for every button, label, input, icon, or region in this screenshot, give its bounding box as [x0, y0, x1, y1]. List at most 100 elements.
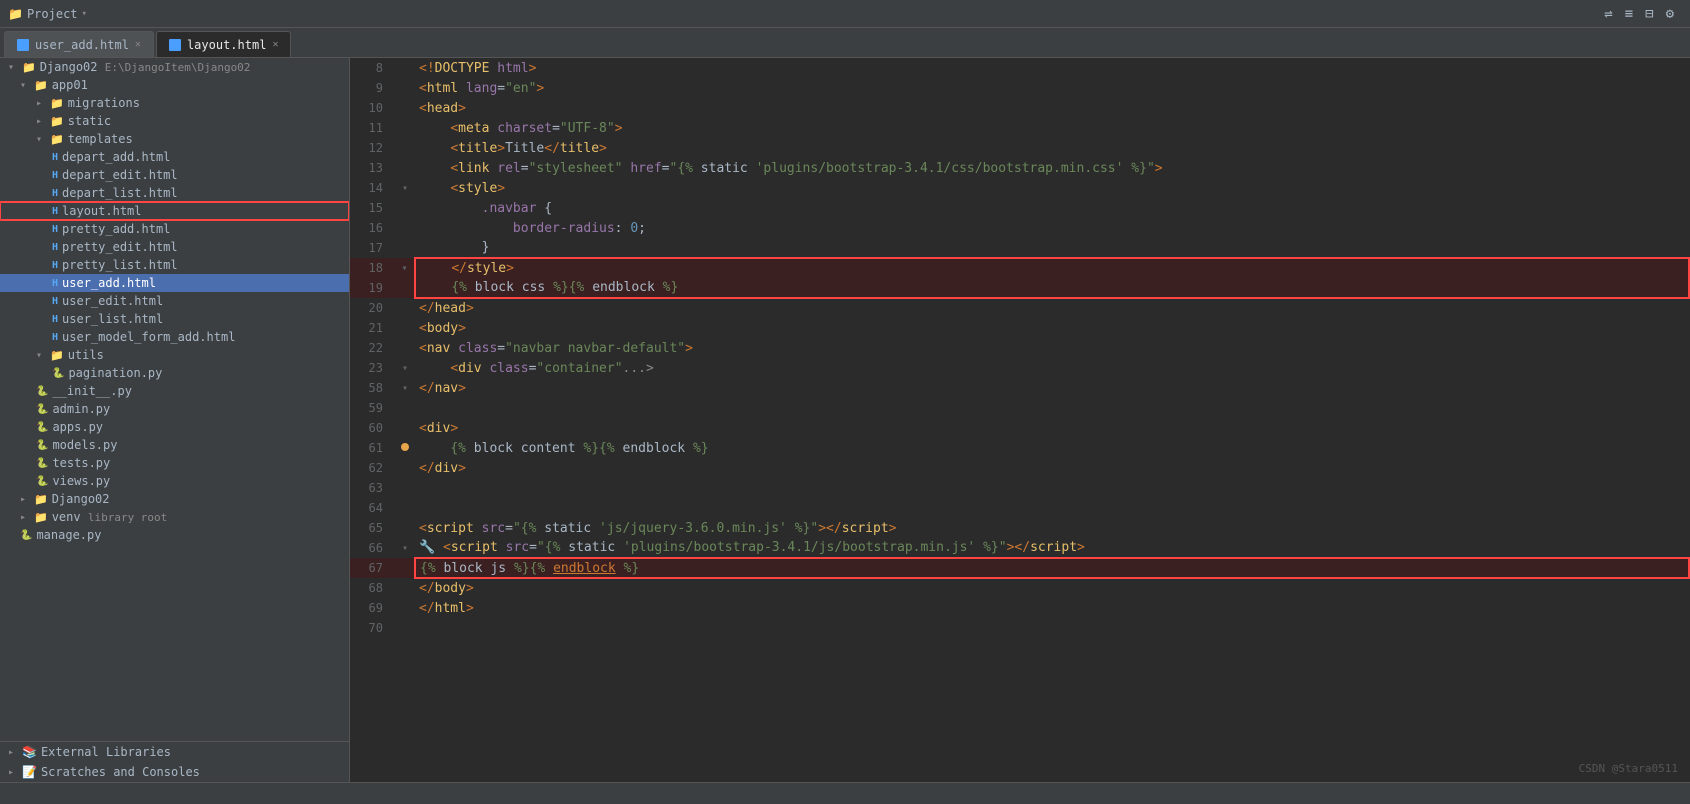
sidebar-depart-list[interactable]: H depart_list.html	[0, 184, 349, 202]
code-line-67: 67 {% block js %}{% endblock %}	[350, 558, 1689, 578]
sidebar-templates[interactable]: 📁 templates	[0, 130, 349, 148]
gutter-9	[395, 78, 415, 98]
sidebar-layout[interactable]: H layout.html	[0, 202, 349, 220]
sidebar-user-list[interactable]: H user_list.html	[0, 310, 349, 328]
py-file-icon: 🐍	[36, 404, 48, 415]
line-code-20: </head>	[415, 298, 1689, 318]
line-num-17: 17	[350, 238, 395, 258]
sidebar-depart-add[interactable]: H depart_add.html	[0, 148, 349, 166]
sidebar-manage[interactable]: 🐍 manage.py	[0, 526, 349, 544]
sidebar-app01[interactable]: 📁 app01	[0, 76, 349, 94]
sidebar-pagination[interactable]: 🐍 pagination.py	[0, 364, 349, 382]
sidebar-user-model-form[interactable]: H user_model_form_add.html	[0, 328, 349, 346]
project-dropdown-icon[interactable]: ▾	[82, 9, 87, 19]
project-folder-icon: 📁	[8, 7, 23, 21]
sidebar-pretty-add[interactable]: H pretty_add.html	[0, 220, 349, 238]
line-code-64	[415, 498, 1689, 518]
sidebar-static[interactable]: 📁 static	[0, 112, 349, 130]
sidebar-init[interactable]: 🐍 __init__.py	[0, 382, 349, 400]
code-table: 8 <!DOCTYPE html> 9 <html lang="en"> 10 …	[350, 58, 1690, 638]
code-line-23: 23 ▾ <div class="container"...>	[350, 358, 1689, 378]
gutter-22	[395, 338, 415, 358]
django02-label: Django02	[52, 492, 110, 506]
gutter-59	[395, 398, 415, 418]
code-line-11: 11 <meta charset="UTF-8">	[350, 118, 1689, 138]
user-add-label: user_add.html	[62, 276, 156, 290]
line-code-11: <meta charset="UTF-8">	[415, 118, 1689, 138]
tab-user-add[interactable]: user_add.html ✕	[4, 31, 154, 57]
sidebar-depart-edit[interactable]: H depart_edit.html	[0, 166, 349, 184]
venv-folder-icon: 📁	[34, 511, 48, 524]
html-file-icon: H	[52, 314, 58, 325]
code-line-15: 15 .navbar {	[350, 198, 1689, 218]
sidebar-pretty-list[interactable]: H pretty_list.html	[0, 256, 349, 274]
tab-close-user-add[interactable]: ✕	[135, 39, 141, 50]
user-model-form-label: user_model_form_add.html	[62, 330, 235, 344]
line-code-69: </html>	[415, 598, 1689, 618]
sidebar-scratches[interactable]: 📝 Scratches and Consoles	[0, 762, 349, 782]
line-num-22: 22	[350, 338, 395, 358]
tab-label-user-add: user_add.html	[35, 38, 129, 52]
line-num-13: 13	[350, 158, 395, 178]
sidebar-venv[interactable]: 📁 venv library root	[0, 508, 349, 526]
sort-icon[interactable]: ≡	[1625, 6, 1633, 22]
line-code-9: <html lang="en">	[415, 78, 1689, 98]
line-num-62: 62	[350, 458, 395, 478]
collapse-icon[interactable]: ⊟	[1645, 6, 1653, 22]
sidebar-tests[interactable]: 🐍 tests.py	[0, 454, 349, 472]
sidebar-views[interactable]: 🐍 views.py	[0, 472, 349, 490]
apps-label: apps.py	[52, 420, 103, 434]
sidebar-user-add[interactable]: H user_add.html	[0, 274, 349, 292]
code-line-22: 22 <nav class="navbar navbar-default">	[350, 338, 1689, 358]
sidebar-user-edit[interactable]: H user_edit.html	[0, 292, 349, 310]
code-line-10: 10 <head>	[350, 98, 1689, 118]
reformat-icon[interactable]: ⇌	[1604, 6, 1612, 22]
html-file-icon: H	[52, 296, 58, 307]
sidebar-django02[interactable]: 📁 Django02	[0, 490, 349, 508]
settings-icon[interactable]: ⚙	[1666, 6, 1674, 22]
fold-btn-23[interactable]: ▾	[402, 363, 408, 374]
line-code-59	[415, 398, 1689, 418]
gutter-63	[395, 478, 415, 498]
sidebar-utils[interactable]: 📁 utils	[0, 346, 349, 364]
views-label: views.py	[52, 474, 110, 488]
toolbar-icons: ⇌ ≡ ⊟ ⚙	[1596, 6, 1682, 22]
line-code-10: <head>	[415, 98, 1689, 118]
fold-btn-18[interactable]: ▾	[401, 263, 407, 274]
line-code-22: <nav class="navbar navbar-default">	[415, 338, 1689, 358]
fold-btn-58[interactable]: ▾	[402, 383, 408, 394]
pretty-add-label: pretty_add.html	[62, 222, 170, 236]
line-num-12: 12	[350, 138, 395, 158]
gutter-64	[395, 498, 415, 518]
sidebar-pretty-edit[interactable]: H pretty_edit.html	[0, 238, 349, 256]
project-label[interactable]: 📁 Project ▾	[8, 7, 87, 21]
utils-folder-icon: 📁	[50, 349, 64, 362]
sidebar-apps[interactable]: 🐍 apps.py	[0, 418, 349, 436]
sidebar-migrations[interactable]: 📁 migrations	[0, 94, 349, 112]
line-num-14: 14	[350, 178, 395, 198]
sidebar-external-libraries[interactable]: 📚 External Libraries	[0, 742, 349, 762]
line-num-60: 60	[350, 418, 395, 438]
sidebar-models[interactable]: 🐍 models.py	[0, 436, 349, 454]
app01-label: app01	[52, 78, 88, 92]
django02-folder-icon: 📁	[34, 493, 48, 506]
fold-btn-66[interactable]: ▾	[402, 543, 408, 554]
sidebar-admin[interactable]: 🐍 admin.py	[0, 400, 349, 418]
tab-layout[interactable]: layout.html ✕	[156, 31, 292, 57]
code-editor[interactable]: 8 <!DOCTYPE html> 9 <html lang="en"> 10 …	[350, 58, 1690, 782]
static-arrow	[36, 116, 46, 127]
py-file-icon: 🐍	[36, 422, 48, 433]
sidebar-root[interactable]: 📁 Django02 E:\DjangoItem\Django02	[0, 58, 349, 76]
gutter-66: ▾	[395, 538, 415, 558]
fold-btn-14[interactable]: ▾	[402, 183, 408, 194]
line-code-17: }	[415, 238, 1689, 258]
html-file-icon: H	[52, 332, 58, 343]
gutter-16	[395, 218, 415, 238]
code-line-20: 20 </head>	[350, 298, 1689, 318]
line-num-11: 11	[350, 118, 395, 138]
gutter-17	[395, 238, 415, 258]
line-num-15: 15	[350, 198, 395, 218]
line-num-8: 8	[350, 58, 395, 78]
tab-close-layout[interactable]: ✕	[272, 39, 278, 50]
django02-arrow	[20, 494, 30, 505]
